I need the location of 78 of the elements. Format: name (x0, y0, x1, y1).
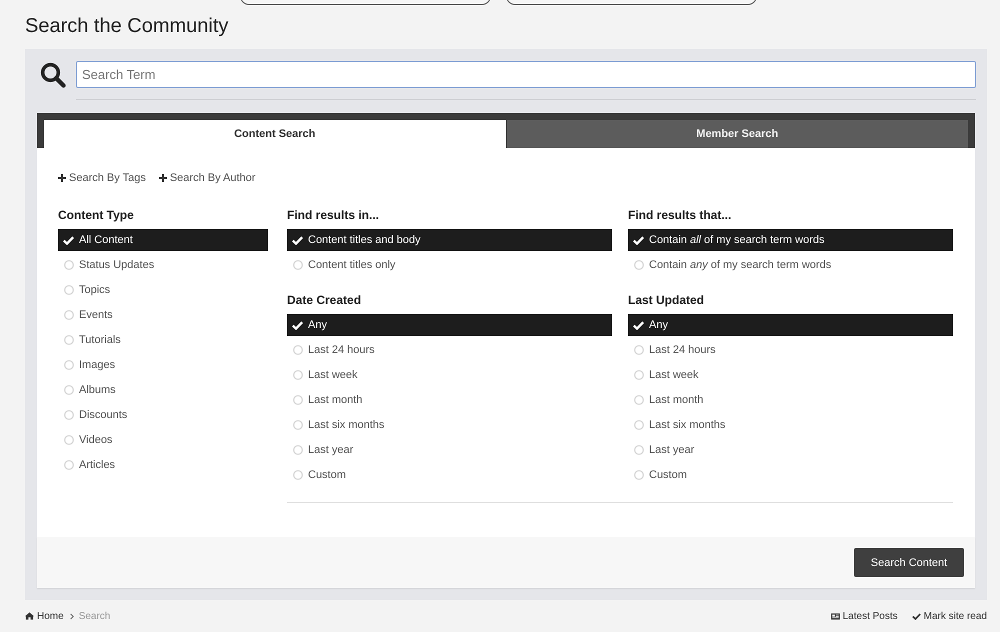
filter-link[interactable]: Search By Author (158, 172, 256, 184)
search-icon (40, 62, 66, 88)
filter-option[interactable]: Content titles and body (287, 229, 612, 251)
check-icon (633, 236, 644, 244)
filter-option[interactable]: Custom (287, 464, 612, 486)
radio-icon (293, 445, 303, 455)
breadcrumb-link[interactable]: Home (37, 610, 64, 622)
radio-icon (64, 310, 74, 320)
filter-option[interactable]: Content titles only (287, 254, 612, 276)
home-icon (25, 612, 34, 620)
filter-option[interactable]: Status Updates (58, 254, 268, 276)
filter-option[interactable]: Events (58, 304, 268, 326)
filter-option[interactable]: Contain any of my search term words (628, 254, 953, 276)
search-content-button[interactable]: Search Content (854, 548, 964, 577)
footer-link[interactable]: Latest Posts (842, 610, 898, 622)
chevron-right-icon (70, 612, 74, 620)
radio-icon (293, 470, 303, 480)
radio-icon (64, 385, 74, 395)
filter-option[interactable]: Videos (58, 429, 268, 451)
radio-icon (64, 285, 74, 295)
plus-icon (58, 174, 66, 182)
check-icon (63, 236, 74, 244)
newspaper-icon (830, 612, 840, 620)
radio-icon (64, 360, 74, 370)
radio-icon (64, 460, 74, 470)
filter-option[interactable]: Last six months (628, 414, 953, 436)
filter-option[interactable]: Last week (287, 364, 612, 386)
radio-icon (293, 420, 303, 430)
section-heading: Last Updated (628, 293, 706, 307)
filter-option[interactable]: Images (58, 354, 268, 376)
tab[interactable]: Member Search (506, 120, 968, 148)
filter-option[interactable]: Last month (287, 389, 612, 411)
filter-option[interactable]: Last six months (287, 414, 612, 436)
radio-icon (293, 260, 303, 270)
radio-icon (64, 410, 74, 420)
filter-option[interactable]: Last month (628, 389, 953, 411)
radio-icon (634, 470, 644, 480)
section-heading: Find results that... (628, 208, 732, 222)
filter-option[interactable]: Topics (58, 279, 268, 301)
filter-option[interactable]: Last week (628, 364, 953, 386)
filter-option[interactable]: Last 24 hours (287, 339, 612, 361)
filter-option[interactable]: Contain all of my search term words (628, 229, 953, 251)
filter-option[interactable]: Albums (58, 379, 268, 401)
search-field[interactable]: Search Term (76, 61, 976, 88)
page-title: Search the Community (25, 14, 230, 38)
filter-option[interactable]: Tutorials (58, 329, 268, 351)
tab[interactable]: Content Search (44, 120, 506, 148)
section-heading: Content Type (58, 208, 135, 222)
radio-icon (293, 395, 303, 405)
radio-icon (634, 420, 644, 430)
check-icon (912, 612, 921, 620)
filter-option[interactable]: Articles (58, 454, 268, 476)
filter-option[interactable]: Any (628, 314, 953, 336)
filter-option[interactable]: Last year (287, 439, 612, 461)
footer-link[interactable]: Mark site read (924, 610, 987, 622)
radio-icon (634, 345, 644, 355)
check-icon (292, 236, 303, 244)
filter-option[interactable]: Custom (628, 464, 953, 486)
radio-icon (64, 335, 74, 345)
section-heading: Find results in... (287, 208, 380, 222)
radio-icon (293, 345, 303, 355)
plus-icon (158, 174, 167, 182)
radio-icon (634, 260, 644, 270)
radio-icon (64, 435, 74, 445)
filter-option[interactable]: Last 24 hours (628, 339, 953, 361)
radio-icon (634, 370, 644, 380)
check-icon (292, 320, 303, 330)
radio-icon (634, 445, 644, 455)
check-icon (633, 320, 644, 330)
section-heading: Date Created (287, 293, 362, 307)
radio-icon (64, 260, 74, 270)
radio-icon (293, 370, 303, 380)
filter-option[interactable]: Any (287, 314, 612, 336)
filter-option[interactable]: All Content (58, 229, 268, 251)
radio-icon (634, 395, 644, 405)
filter-link[interactable]: Search By Tags (58, 172, 146, 184)
filter-option[interactable]: Last year (628, 439, 953, 461)
filter-option[interactable]: Discounts (58, 404, 268, 426)
